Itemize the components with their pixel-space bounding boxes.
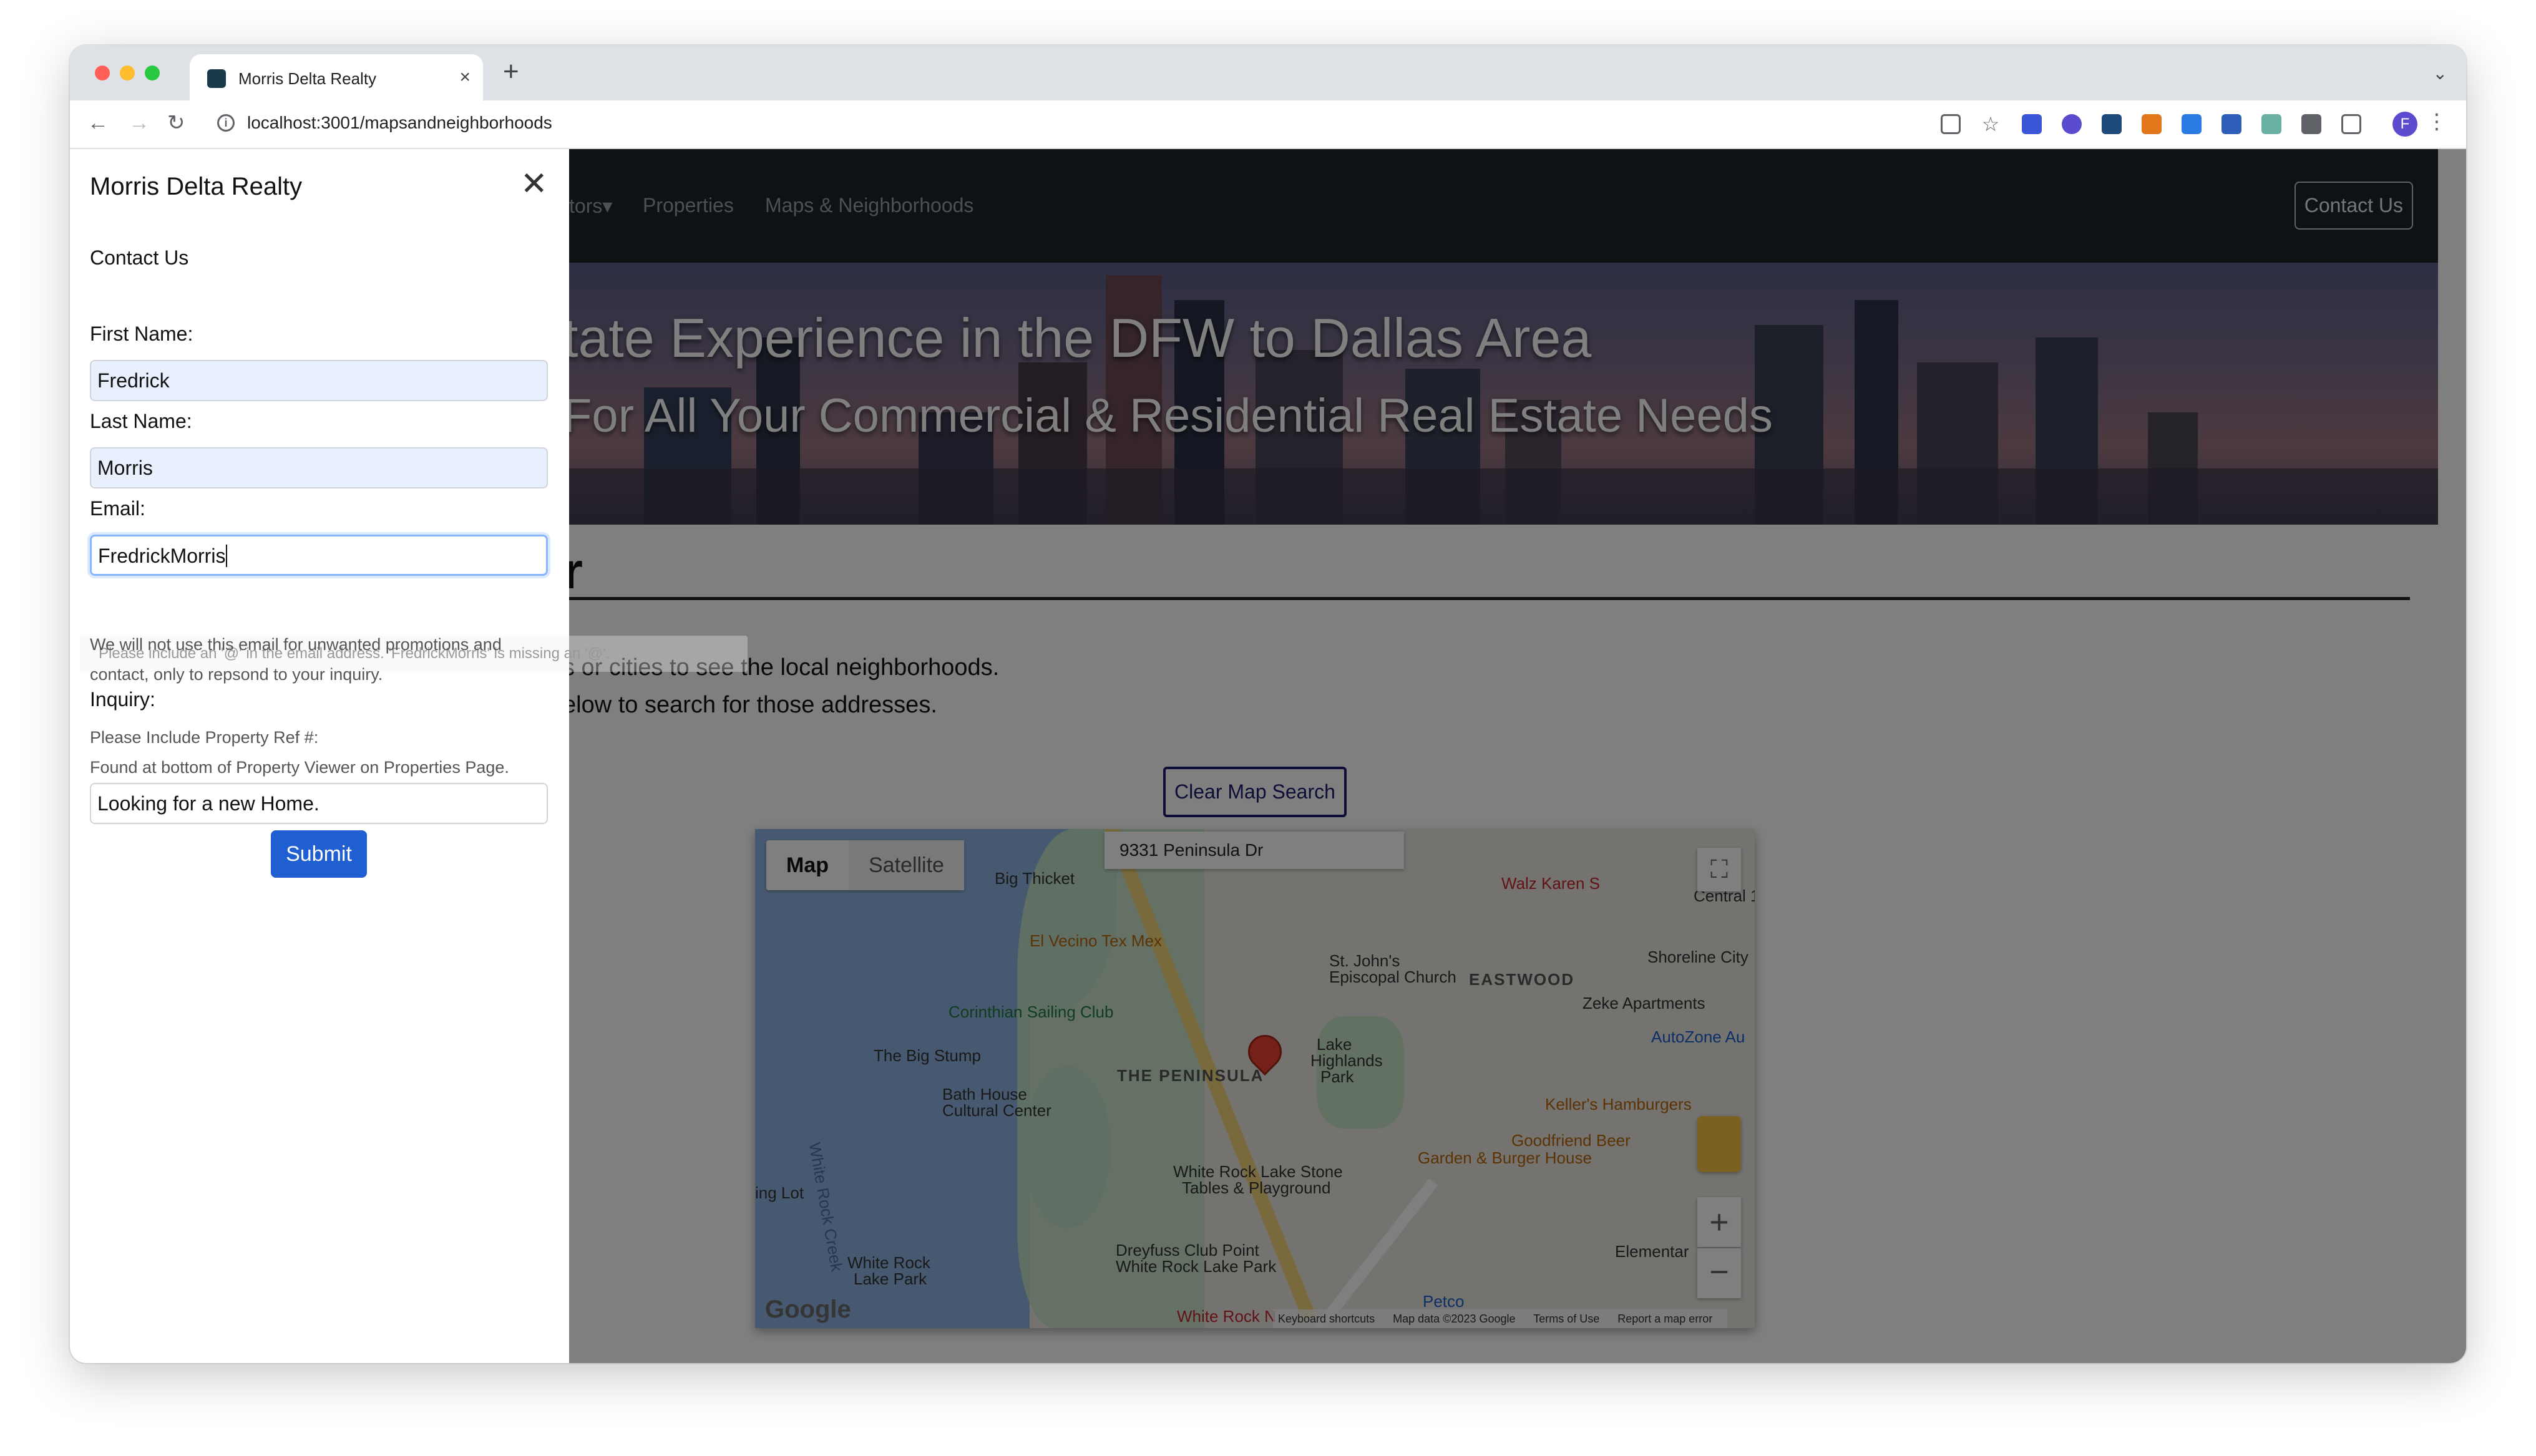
back-button[interactable]: ←: [87, 110, 109, 135]
tab-strip: Morris Delta Realty × + ⌄: [70, 46, 2466, 100]
submit-button[interactable]: Submit: [271, 830, 367, 878]
contact-offcanvas: Morris Delta Realty ✕ Contact Us First N…: [70, 149, 748, 1363]
address-bar[interactable]: localhost:3001/mapsandneighborhoods: [247, 113, 552, 133]
new-tab-button[interactable]: +: [503, 58, 519, 85]
browser-window: Morris Delta Realty × + ⌄ ← → ↻ i localh…: [70, 46, 2466, 1363]
last-name-field[interactable]: Morris: [90, 447, 548, 488]
side-panel-icon[interactable]: [2341, 114, 2361, 134]
extension-5-icon[interactable]: [2221, 114, 2241, 134]
tab-title: Morris Delta Realty: [238, 69, 377, 88]
contact-heading: Contact Us: [90, 246, 189, 269]
browser-toolbar: ← → ↻ i localhost:3001/mapsandneighborho…: [70, 100, 2466, 149]
last-name-label: Last Name:: [90, 410, 192, 432]
profile-avatar[interactable]: F: [2392, 112, 2417, 137]
inquiry-label: Inquiry:: [90, 688, 155, 711]
email-field[interactable]: FredrickMorris: [90, 535, 548, 576]
bookmark-star-icon[interactable]: ☆: [1981, 114, 2001, 134]
close-window-button[interactable]: [95, 66, 110, 80]
first-name-field[interactable]: Fredrick: [90, 360, 548, 401]
minimize-window-button[interactable]: [120, 66, 135, 80]
tab-search-chevron-icon[interactable]: ⌄: [2433, 63, 2447, 84]
extension-1-icon[interactable]: [2022, 114, 2042, 134]
offcanvas-title: Morris Delta Realty: [90, 173, 303, 200]
puzzle-extensions-icon[interactable]: [2301, 114, 2321, 134]
inquiry-field[interactable]: Looking for a new Home.: [90, 783, 548, 824]
first-name-label: First Name:: [90, 323, 193, 345]
extension-3-icon[interactable]: [2102, 114, 2122, 134]
ref-hint-2: Found at bottom of Property Viewer on Pr…: [90, 758, 509, 777]
reload-button[interactable]: ↻: [167, 110, 185, 135]
email-label: Email:: [90, 497, 145, 520]
share-icon[interactable]: [1941, 114, 1961, 134]
maximize-window-button[interactable]: [145, 66, 160, 80]
page-content: tors▾ Properties Maps & Neighborhoods Co…: [70, 149, 2466, 1363]
extension-k-icon[interactable]: [2182, 114, 2202, 134]
extension-2-icon[interactable]: [2062, 114, 2082, 134]
tab-close-icon[interactable]: ×: [459, 67, 471, 88]
site-info-icon[interactable]: i: [217, 114, 235, 132]
browser-menu-icon[interactable]: ⋮: [2426, 109, 2447, 134]
email-help-text: We will not use this email for unwanted …: [90, 635, 502, 684]
favicon-icon: [207, 69, 226, 88]
extension-6-icon[interactable]: [2261, 114, 2281, 134]
metamask-icon[interactable]: [2142, 114, 2162, 134]
forward-button[interactable]: →: [129, 110, 150, 135]
close-icon[interactable]: ✕: [520, 168, 548, 200]
ref-hint-1: Please Include Property Ref #:: [90, 728, 319, 747]
browser-tab[interactable]: Morris Delta Realty ×: [190, 54, 483, 100]
